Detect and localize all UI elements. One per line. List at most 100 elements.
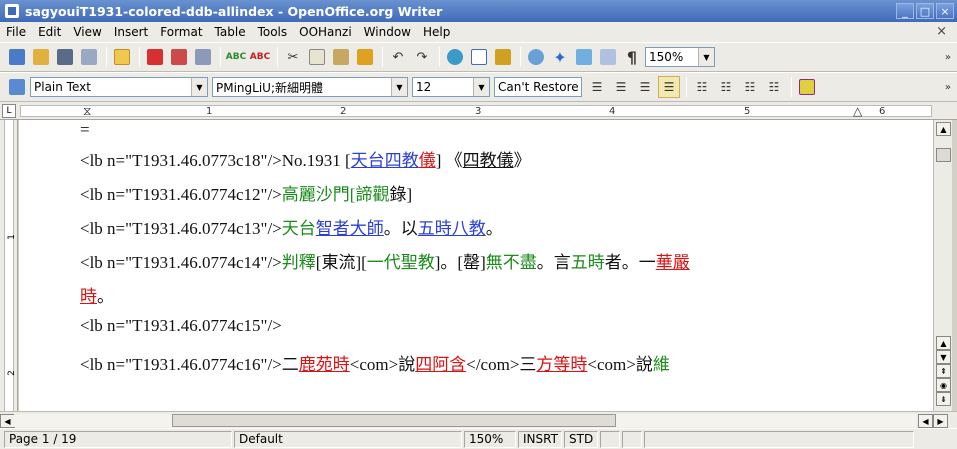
bullets-icon[interactable]: ☷ [715, 76, 737, 98]
left-indent-marker[interactable]: ⧖ [83, 104, 91, 119]
scroll-left-icon[interactable]: ◀ [0, 414, 15, 428]
save-icon[interactable] [54, 46, 76, 68]
format-paintbrush-icon[interactable] [354, 46, 376, 68]
hyperlink-icon[interactable] [444, 46, 466, 68]
navigation-icon[interactable]: ◉ [936, 378, 951, 392]
vertical-scroll-thumb[interactable] [936, 148, 951, 162]
chevron-down-icon[interactable]: ▼ [191, 78, 207, 96]
term-link[interactable]: 華嚴 [656, 253, 690, 272]
title-bar: sagyouiT1931-colored-ddb-allindex - Open… [0, 0, 957, 22]
find-replace-icon[interactable] [525, 46, 547, 68]
formatting-marks-icon[interactable]: ¶ [621, 46, 643, 68]
term-link[interactable]: 時 [80, 287, 97, 306]
horizontal-ruler[interactable]: L 1 2 3 4 5 6 ⧖ △ [0, 102, 957, 120]
spellcheck-icon[interactable]: ABC [225, 46, 247, 68]
zoom-combo[interactable]: 150% ▼ [645, 47, 715, 67]
chevron-down-icon[interactable]: ▼ [473, 78, 489, 96]
menu-window[interactable]: Window [358, 25, 417, 39]
term-link[interactable]: 天台四教 [351, 151, 419, 170]
export-pdf-icon[interactable] [144, 46, 166, 68]
next-page-icon[interactable]: ⇟ [936, 392, 951, 406]
draw-functions-icon[interactable] [492, 46, 514, 68]
zoom-indicator[interactable]: 150% [464, 430, 516, 448]
scroll-left-icon[interactable]: ◀ [918, 414, 933, 428]
align-right-icon[interactable]: ☰ [634, 76, 656, 98]
open-folder-icon[interactable] [30, 46, 52, 68]
redo-icon[interactable]: ↷ [411, 46, 433, 68]
gallery-icon[interactable] [573, 46, 595, 68]
ruler-number: 3 [475, 106, 482, 117]
toolbar-overflow-icon[interactable]: » [945, 52, 951, 63]
toolbar-overflow-icon[interactable]: » [945, 82, 951, 93]
highlighting-icon[interactable] [796, 76, 818, 98]
increase-indent-icon[interactable]: ☷ [763, 76, 785, 98]
cut-icon[interactable]: ✂ [282, 46, 304, 68]
menu-format[interactable]: Format [154, 25, 208, 39]
maximize-button[interactable]: □ [916, 3, 934, 19]
menu-oohanzi[interactable]: OOHanzi [293, 25, 358, 39]
decrease-indent-icon[interactable]: ☷ [739, 76, 761, 98]
insert-mode-indicator[interactable]: INSRT [518, 430, 562, 448]
text-span: 。以 [383, 219, 418, 238]
document-page[interactable]: = <lb n="T1931.46.0773c18"/>No.1931 [天台四… [19, 120, 933, 411]
previous-page-icon[interactable]: ⇞ [936, 364, 951, 378]
align-center-icon[interactable]: ☰ [610, 76, 632, 98]
selection-mode-indicator[interactable]: STD [564, 430, 598, 448]
align-left-icon[interactable]: ☰ [586, 76, 608, 98]
menu-tools[interactable]: Tools [252, 25, 294, 39]
menu-insert[interactable]: Insert [108, 25, 154, 39]
term-link[interactable]: 鹿苑時 [299, 355, 350, 374]
page-style-indicator[interactable]: Default [234, 430, 462, 448]
scroll-up-icon[interactable]: ▲ [936, 122, 951, 136]
minimize-button[interactable]: _ [896, 3, 914, 19]
horizontal-scroll-thumb[interactable] [172, 414, 616, 427]
scroll-up-icon[interactable]: ▲ [936, 336, 951, 350]
menu-edit[interactable]: Edit [32, 25, 67, 39]
styles-formatting-icon[interactable] [6, 76, 28, 98]
term-link[interactable]: 儀 [419, 151, 436, 170]
email-icon[interactable] [78, 46, 100, 68]
vertical-scrollbar[interactable]: ▲ ▲ ▼ ⇞ ◉ ⇟ [933, 120, 952, 411]
tab-stop-selector[interactable]: L [2, 104, 16, 118]
data-sources-icon[interactable] [597, 46, 619, 68]
chevron-down-icon[interactable]: ▼ [391, 78, 407, 96]
scroll-right-icon[interactable]: ▶ [933, 414, 948, 428]
menu-view[interactable]: View [67, 25, 107, 39]
new-document-icon[interactable] [6, 46, 28, 68]
menu-table[interactable]: Table [209, 25, 252, 39]
page-preview-icon[interactable] [192, 46, 214, 68]
font-size-combo[interactable]: 12 ▼ [412, 77, 490, 97]
chevron-down-icon[interactable]: ▼ [698, 48, 714, 66]
justify-icon[interactable]: ☰ [658, 76, 680, 98]
font-name-combo[interactable]: PMingLiU;新細明體 ▼ [212, 77, 408, 97]
numbering-icon[interactable]: ☷ [691, 76, 713, 98]
undo-icon[interactable]: ↶ [387, 46, 409, 68]
scroll-down-icon[interactable]: ▼ [936, 350, 951, 364]
page-indicator[interactable]: Page 1 / 19 [4, 430, 232, 448]
separator [791, 77, 792, 97]
autospellcheck-icon[interactable]: ABC [249, 46, 271, 68]
horizontal-scrollbar[interactable]: ◀ ◀ ▶ [0, 411, 957, 428]
navigator-icon[interactable]: ✦ [549, 46, 571, 68]
term-link[interactable]: 五時八教 [418, 219, 486, 238]
term-link[interactable]: 方等時 [536, 355, 587, 374]
paste-icon[interactable] [330, 46, 352, 68]
paragraph-style-combo[interactable]: Plain Text ▼ [30, 77, 208, 97]
ruler-number: 1 [206, 106, 213, 117]
term-link[interactable]: 四阿含 [415, 355, 466, 374]
right-indent-marker[interactable]: △ [853, 104, 862, 118]
term-link[interactable]: 智者大師 [316, 219, 384, 238]
copy-icon[interactable] [306, 46, 328, 68]
restore-button[interactable]: Can't Restore [494, 77, 582, 97]
window-title: sagyouiT1931-colored-ddb-allindex - Open… [25, 3, 443, 19]
term-text: 一代聖教 [366, 253, 435, 272]
menu-file[interactable]: File [0, 25, 32, 39]
close-document-button[interactable]: × [936, 24, 947, 39]
term-link[interactable]: 四教儀 [463, 151, 514, 170]
menu-help[interactable]: Help [417, 25, 456, 39]
hyperlink-mode-indicator[interactable] [600, 430, 620, 448]
table-icon[interactable] [468, 46, 490, 68]
close-window-button[interactable]: × [936, 3, 954, 19]
print-icon[interactable] [168, 46, 190, 68]
edit-file-icon[interactable] [111, 46, 133, 68]
